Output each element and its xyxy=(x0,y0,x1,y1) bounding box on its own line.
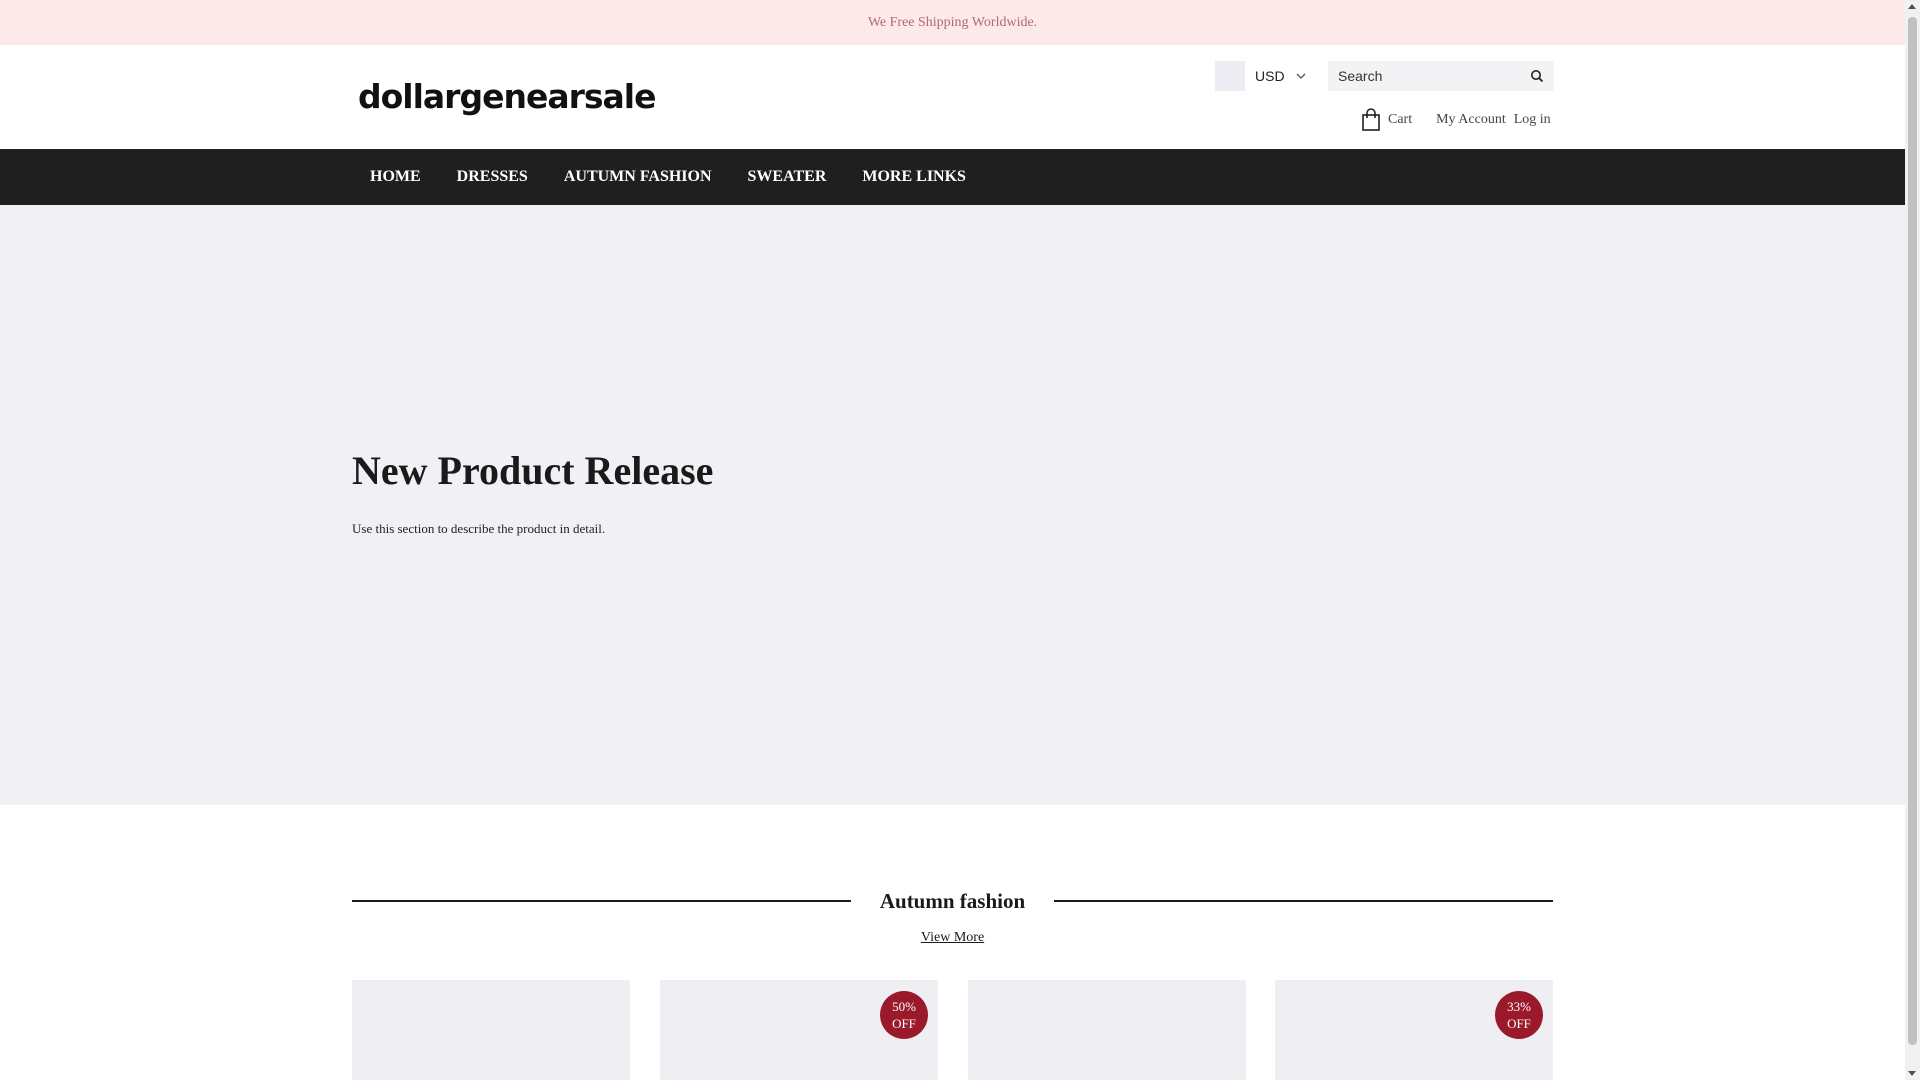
nav-item-home[interactable]: HOME xyxy=(352,149,439,205)
product-card[interactable]: 33% OFF xyxy=(1275,980,1553,1080)
scrollbar-thumb[interactable] xyxy=(1908,17,1917,1045)
discount-off: OFF xyxy=(892,1016,916,1031)
hero-banner: New Product Release Use this section to … xyxy=(0,205,1905,805)
nav-item-dresses[interactable]: DRESSES xyxy=(439,149,546,205)
cart-link[interactable]: Cart xyxy=(1360,108,1412,132)
scroll-down-icon[interactable] xyxy=(1908,1071,1916,1076)
login-link[interactable]: Log in xyxy=(1514,112,1551,128)
view-more-link[interactable]: View More xyxy=(0,930,1905,946)
divider xyxy=(352,900,851,902)
divider xyxy=(1054,900,1553,902)
search-input[interactable] xyxy=(1328,61,1518,91)
user-links: Cart My Account Log in xyxy=(1360,107,1551,133)
nav-item-autumn-fashion[interactable]: AUTUMN FASHION xyxy=(546,149,730,205)
currency-selector[interactable]: USD xyxy=(1215,61,1307,91)
currency-code: USD xyxy=(1255,68,1285,84)
section-heading: Autumn fashion xyxy=(352,886,1553,916)
currency-flag-icon xyxy=(1215,61,1245,91)
scroll-up-icon[interactable] xyxy=(1908,4,1916,9)
hero-title: New Product Release xyxy=(352,448,714,493)
announcement-bar: We Free Shipping Worldwide. xyxy=(0,0,1905,45)
search-box xyxy=(1328,61,1554,91)
nav-item-sweater[interactable]: SWEATER xyxy=(730,149,845,205)
shopping-bag-icon xyxy=(1362,108,1380,131)
discount-badge: 50% OFF xyxy=(880,991,928,1039)
site-logo[interactable]: dollargenearsale xyxy=(358,77,656,116)
discount-off: OFF xyxy=(1507,1016,1531,1031)
product-card[interactable] xyxy=(352,980,630,1080)
hero-text: Use this section to describe the product… xyxy=(352,521,606,536)
product-grid: 50% OFF 33% OFF xyxy=(352,980,1553,1080)
cart-label: Cart xyxy=(1388,112,1413,127)
product-card[interactable] xyxy=(968,980,1246,1080)
discount-badge: 33% OFF xyxy=(1495,991,1543,1039)
announcement-text: We Free Shipping Worldwide. xyxy=(867,14,1038,30)
site-header: dollargenearsale USD Cart My Account Log… xyxy=(0,45,1905,149)
nav-item-more-links[interactable]: MORE LINKS xyxy=(844,149,984,205)
discount-percent: 50% xyxy=(892,999,916,1014)
main-nav: HOME DRESSES AUTUMN FASHION SWEATER MORE… xyxy=(0,149,1905,205)
search-icon[interactable] xyxy=(1530,69,1544,83)
product-card[interactable]: 50% OFF xyxy=(660,980,938,1080)
section-title: Autumn fashion xyxy=(879,888,1026,913)
discount-percent: 33% xyxy=(1507,999,1531,1014)
chevron-down-icon xyxy=(1296,73,1306,79)
my-account-link[interactable]: My Account xyxy=(1436,112,1506,128)
page-scrollbar[interactable] xyxy=(1905,0,1920,1080)
